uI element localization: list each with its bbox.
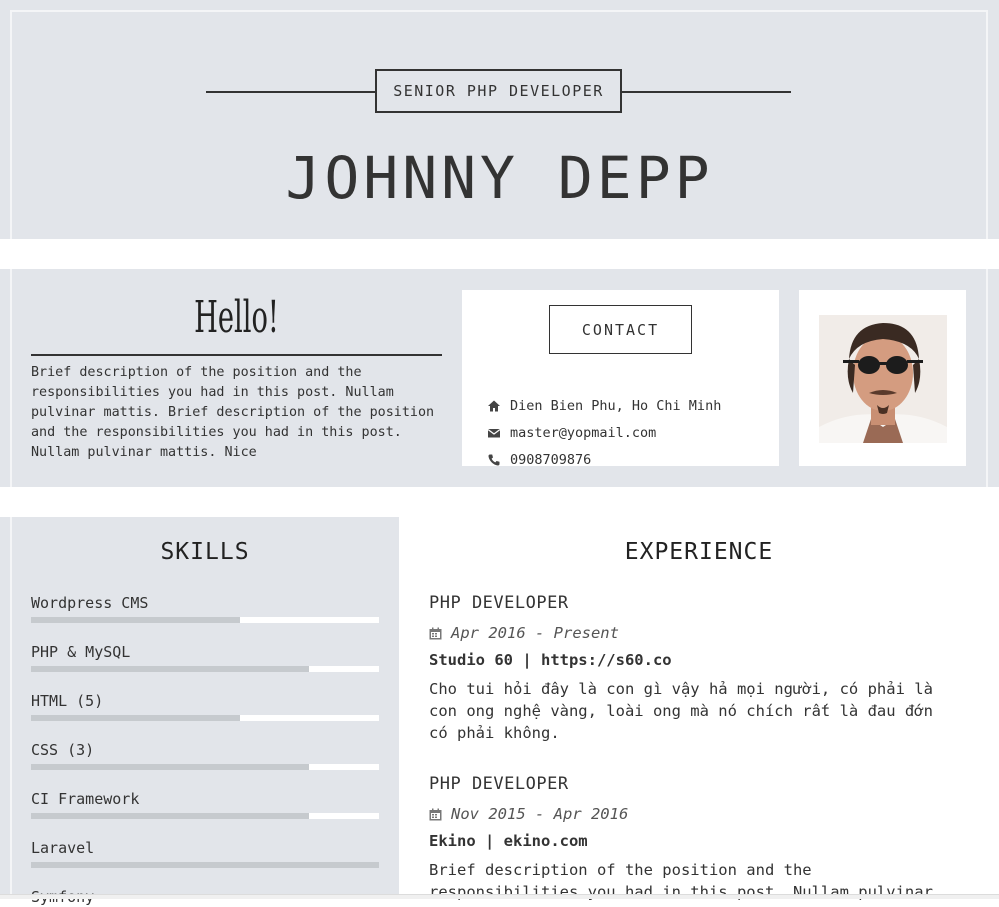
experience-description: Cho tui hỏi đây là con gì vậy hả mọi ngư… — [429, 680, 933, 742]
skill-label: Laravel — [31, 839, 95, 857]
skill-track — [31, 666, 379, 672]
photo-card — [799, 290, 966, 466]
experience-item: PHP DEVELOPER Nov 2015 - Apr 2016 Ekino … — [429, 773, 959, 903]
contact-email-row: master@yopmail.com — [487, 425, 656, 441]
skill-track — [31, 764, 379, 770]
skill-fill — [31, 617, 240, 623]
contact-email[interactable]: master@yopmail.com — [510, 425, 656, 441]
skills-section: SKILLS Wordpress CMS PHP & MySQL HTML (5… — [0, 517, 399, 906]
calendar-icon — [429, 627, 442, 639]
header: SENIOR PHP DEVELOPER JOHNNY DEPP — [0, 0, 999, 239]
skill-fill — [31, 813, 310, 819]
contact-card: CONTACT Dien Bien Phu, Ho Chi Minh maste… — [462, 290, 779, 468]
skill-label: PHP & MySQL — [31, 643, 131, 661]
contact-phone[interactable]: 0908709876 — [510, 452, 591, 468]
experience-company[interactable]: Ekino | ekino.com — [429, 831, 959, 851]
contact-address: Dien Bien Phu, Ho Chi Minh — [510, 398, 722, 414]
title-rule-right — [621, 91, 791, 93]
skill-item: PHP & MySQL — [31, 642, 379, 672]
experience-date-row: Nov 2015 - Apr 2016 — [429, 804, 959, 824]
contact-phone-row: 0908709876 — [487, 452, 591, 468]
skill-track — [31, 617, 379, 623]
skills-edge — [10, 517, 12, 898]
skill-label: HTML (5) — [31, 692, 104, 710]
skill-item: HTML (5) — [31, 691, 379, 721]
intro-description: Brief description of the position and th… — [31, 365, 435, 460]
skill-item: CSS (3) — [31, 740, 379, 770]
phone-icon — [488, 454, 500, 466]
horizontal-scrollbar[interactable] — [0, 894, 999, 899]
calendar-icon — [429, 808, 442, 820]
hello-heading: Hello! — [194, 292, 279, 343]
skill-item: CI Framework — [31, 789, 379, 819]
home-icon — [488, 400, 500, 412]
intro-edge-right — [986, 269, 988, 487]
hello-divider — [31, 354, 442, 356]
job-title: SENIOR PHP DEVELOPER — [375, 69, 622, 113]
skill-track — [31, 813, 379, 819]
experience-date: Apr 2016 - Present — [451, 624, 619, 642]
skill-fill — [31, 862, 379, 868]
skill-item: Laravel — [31, 838, 379, 868]
skill-label: CSS (3) — [31, 741, 95, 759]
person-name: JOHNNY DEPP — [285, 144, 714, 212]
experience-role: PHP DEVELOPER — [429, 774, 569, 794]
experience-item: PHP DEVELOPER Apr 2016 - Present Studio … — [429, 592, 959, 744]
skill-fill — [31, 715, 240, 721]
contact-address-row: Dien Bien Phu, Ho Chi Minh — [487, 398, 721, 414]
experience-date-row: Apr 2016 - Present — [429, 623, 959, 643]
experience-company[interactable]: Studio 60 | https://s60.co — [429, 650, 959, 670]
skill-label: CI Framework — [31, 790, 140, 808]
skill-label: Wordpress CMS — [31, 594, 149, 612]
experience-date: Nov 2015 - Apr 2016 — [451, 805, 629, 823]
intro-section: Hello! Brief description of the position… — [0, 269, 999, 487]
skill-fill — [31, 764, 310, 770]
experience-role: PHP DEVELOPER — [429, 593, 569, 613]
skill-track — [31, 862, 379, 868]
experience-title: EXPERIENCE — [624, 539, 774, 565]
skill-track — [31, 715, 379, 721]
profile-photo — [819, 315, 947, 443]
envelope-icon — [487, 429, 501, 438]
intro-edge-left — [10, 269, 12, 487]
skill-item: Wordpress CMS — [31, 593, 379, 623]
skill-fill — [31, 666, 310, 672]
title-rule-left — [206, 91, 376, 93]
contact-button[interactable]: CONTACT — [549, 305, 692, 354]
skills-title: SKILLS — [160, 539, 250, 565]
